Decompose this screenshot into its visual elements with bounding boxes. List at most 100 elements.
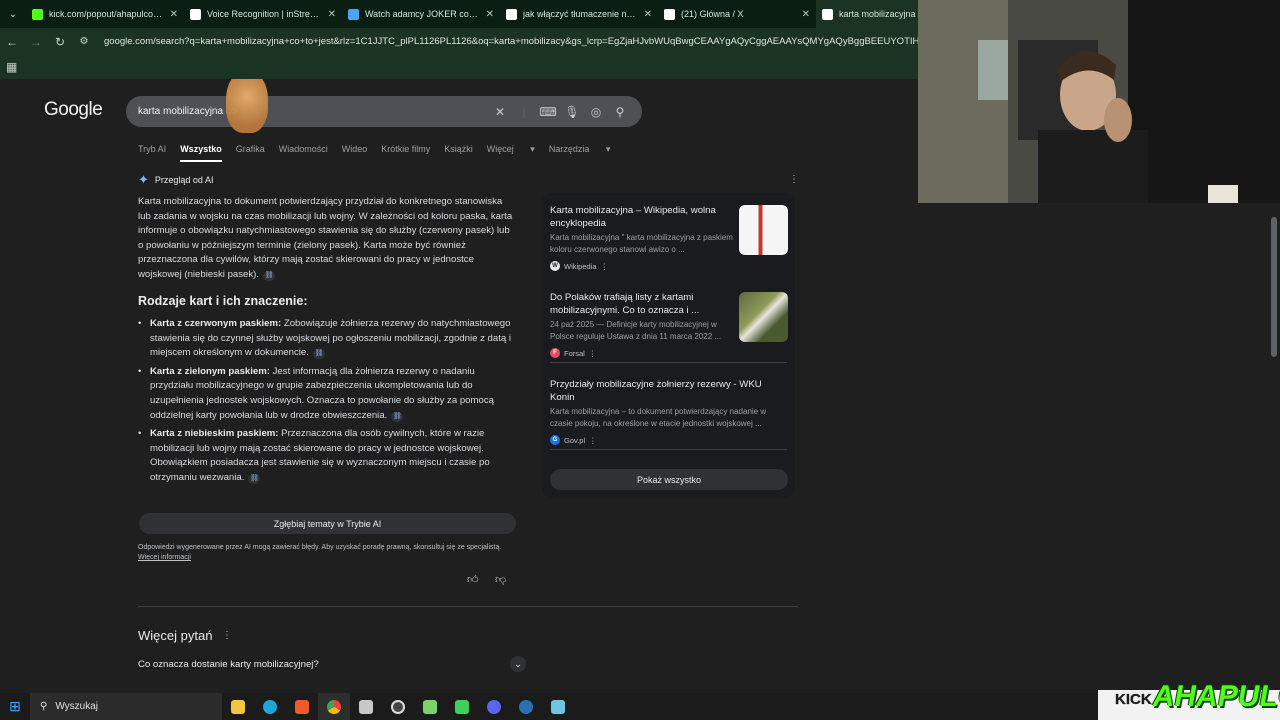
- tab-tools[interactable]: Narzędzia ▾: [549, 144, 611, 162]
- source-title[interactable]: Do Polaków trafiają listy z kartami mobi…: [550, 292, 730, 317]
- thumbs-up-icon[interactable]: 👍︎: [467, 573, 479, 586]
- hamster-sticker: [226, 79, 268, 133]
- paa-menu-icon[interactable]: ⋮: [222, 630, 232, 641]
- tab-books[interactable]: Książki: [444, 144, 473, 162]
- reload-icon[interactable]: ↻: [48, 35, 72, 49]
- tab-short-videos[interactable]: Krótkie filmy: [381, 144, 430, 162]
- source-snippet: Karta mobilizacyjna " karta mobilizacyjn…: [550, 233, 733, 254]
- source-title[interactable]: Karta mobilizacyjna – Wikipedia, wolna e…: [550, 205, 730, 230]
- source-card[interactable]: Przydziały mobilizacyjne żołnierzy rezer…: [550, 379, 790, 449]
- ai-sparkle-icon: ✦: [138, 172, 149, 187]
- list-item: Karta z niebieskim paskiem: Przeznaczona…: [138, 427, 516, 485]
- source-card[interactable]: Do Polaków trafiają listy z kartami mobi…: [550, 292, 790, 362]
- paa-question[interactable]: Co oznacza dostanie karty mobilizacyjnej…: [138, 659, 319, 670]
- scrollbar[interactable]: [1271, 217, 1277, 357]
- source-attribution: W Wikipedia ⋮: [550, 261, 608, 271]
- source-attribution: G Gov.pl ⋮: [550, 435, 597, 445]
- browser-tab[interactable]: jak włączyć tłumaczenie na żywo ✕: [500, 0, 658, 28]
- search-box[interactable]: karta mobilizacyjna co ✕ | ⌨ 🎙 ◎ ⚲: [126, 96, 642, 127]
- browser-tab[interactable]: kick.com/popout/ahapulco/chat ✕: [26, 0, 184, 28]
- source-attribution: F Forsal ⋮: [550, 348, 596, 358]
- chevron-down-icon[interactable]: ⌄: [510, 656, 526, 672]
- deep-dive-ai-mode-button[interactable]: Zgłębiaj tematy w Trybie AI: [139, 513, 516, 534]
- tab-images[interactable]: Grafika: [236, 144, 265, 162]
- ai-disclaimer: Odpowiedzi wygenerowane przez AI mogą za…: [138, 543, 518, 563]
- kebab-icon[interactable]: ⋮: [601, 262, 609, 271]
- clear-icon[interactable]: ✕: [490, 105, 510, 119]
- ai-overview-bullets: Karta z czerwonym paskiem: Zobowiązuje ż…: [138, 317, 516, 490]
- divider: [550, 362, 787, 363]
- kick-icon: [32, 8, 43, 20]
- close-tab-icon[interactable]: ✕: [486, 9, 494, 20]
- link-icon[interactable]: ⛓: [263, 270, 276, 281]
- tab-search-icon[interactable]: ⌄: [0, 0, 26, 28]
- taskbar-search-input[interactable]: Wyszukaj: [55, 701, 98, 712]
- chrome-icon[interactable]: [318, 693, 350, 720]
- x-icon: [664, 8, 675, 20]
- tab-all[interactable]: Wszystko: [180, 144, 222, 162]
- close-tab-icon[interactable]: ✕: [802, 9, 810, 20]
- thumbs-down-icon[interactable]: 👎︎: [495, 573, 506, 586]
- channel-logo: AHAPULCO: [1150, 680, 1280, 713]
- source-snippet: Karta mobilizacyjna – to dokument potwie…: [550, 407, 767, 428]
- close-tab-icon[interactable]: ✕: [328, 9, 336, 20]
- google-logo[interactable]: Google: [44, 99, 103, 121]
- site-info-icon[interactable]: ⚙: [72, 36, 96, 47]
- divider: [550, 449, 787, 450]
- source-thumbnail: [739, 205, 788, 255]
- forward-icon[interactable]: →: [24, 35, 48, 49]
- obs-icon[interactable]: [382, 693, 414, 720]
- kebab-icon[interactable]: ⋮: [589, 436, 597, 445]
- close-tab-icon[interactable]: ✕: [644, 9, 652, 20]
- browser-tab[interactable]: Watch adamcy JOKER cosplay ✕: [342, 0, 500, 28]
- back-icon[interactable]: ←: [0, 35, 24, 49]
- source-thumbnail: [739, 292, 788, 342]
- ai-overview-menu-icon[interactable]: ⋮: [789, 174, 799, 185]
- ai-overview-subheading: Rodzaje kart i ich znaczenie:: [138, 294, 308, 308]
- tab-title: jak włączyć tłumaczenie na żywo: [523, 9, 638, 19]
- source-title[interactable]: Przydziały mobilizacyjne żołnierzy rezer…: [550, 379, 770, 404]
- tab-more[interactable]: Więcej ▾: [487, 144, 535, 162]
- app-icon[interactable]: [542, 693, 574, 720]
- forsal-icon: F: [550, 348, 560, 358]
- tab-title: Watch adamcy JOKER cosplay: [365, 9, 480, 19]
- lens-icon[interactable]: ◎: [586, 105, 606, 119]
- windows-start-icon[interactable]: ⊞: [0, 698, 30, 715]
- discord-icon[interactable]: [478, 693, 510, 720]
- link-icon[interactable]: ⛓: [248, 473, 261, 484]
- brave-icon[interactable]: [286, 693, 318, 720]
- link-icon[interactable]: ⛓: [312, 349, 325, 360]
- keyboard-icon[interactable]: ⌨: [538, 105, 558, 119]
- ai-overview-title: Przegląd od AI: [154, 175, 214, 185]
- more-info-link[interactable]: Więcej informacji: [138, 553, 518, 563]
- edge-icon[interactable]: [254, 693, 286, 720]
- kick-text: KICK: [1115, 691, 1152, 708]
- browser-tab[interactable]: (21) Główna / X ✕: [658, 0, 816, 28]
- tab-news[interactable]: Wiadomości: [279, 144, 328, 162]
- link-icon[interactable]: ⛓: [391, 411, 404, 422]
- kebab-icon[interactable]: ⋮: [589, 349, 597, 358]
- tab-video[interactable]: Wideo: [342, 144, 368, 162]
- taskbar-search[interactable]: ⚲ Wyszukaj: [30, 693, 222, 720]
- instream-icon: [190, 8, 201, 20]
- search-icon[interactable]: ⚲: [610, 105, 630, 119]
- url-field[interactable]: google.com/search?q=karta+mobilizacyjna+…: [104, 36, 924, 47]
- show-all-button[interactable]: Pokaż wszystko: [550, 469, 788, 490]
- microphone-icon[interactable]: 🎙: [562, 105, 582, 119]
- app-icon[interactable]: [350, 693, 382, 720]
- webcam-overlay: [918, 0, 1280, 203]
- app-icon[interactable]: [414, 693, 446, 720]
- tab-ai-mode[interactable]: Tryb AI: [138, 144, 166, 162]
- source-snippet: 24 paź 2025 — Definicje karty mobilizacy…: [550, 320, 722, 341]
- browser-tab[interactable]: Voice Recognition | inStream ✕: [184, 0, 342, 28]
- ai-overview-intro: Karta mobilizacyjna to dokument potwierd…: [138, 196, 513, 281]
- search-input[interactable]: karta mobilizacyjna co: [138, 106, 486, 117]
- file-explorer-icon[interactable]: [222, 693, 254, 720]
- close-tab-icon[interactable]: ✕: [170, 9, 178, 20]
- apps-icon[interactable]: ▦: [6, 60, 17, 74]
- steam-icon[interactable]: [510, 693, 542, 720]
- source-card[interactable]: Karta mobilizacyjna – Wikipedia, wolna e…: [550, 205, 790, 275]
- people-also-ask-title: Więcej pytań: [138, 628, 213, 643]
- webcam-image: [918, 0, 1280, 203]
- app-icon[interactable]: [446, 693, 478, 720]
